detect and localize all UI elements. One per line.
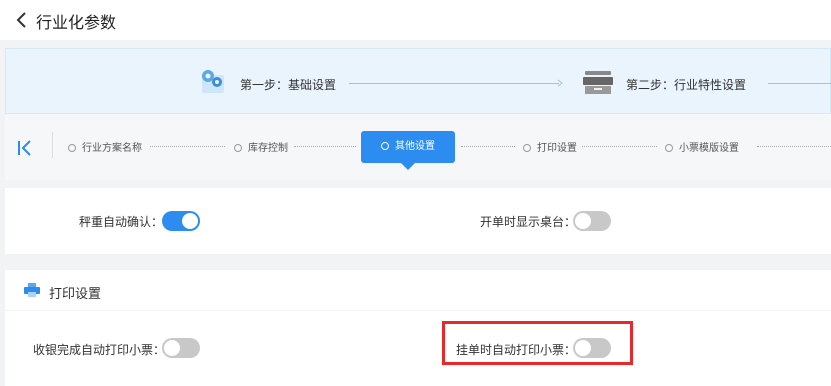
tab-connector (294, 146, 356, 147)
settings-tabs: 行业方案名称 库存控制 其他设置 打印设置 小票模版设置 (5, 114, 831, 180)
box-icon (583, 71, 613, 94)
section-title: 打印设置 (49, 287, 102, 302)
radio-icon (523, 144, 531, 152)
tab-label: 打印设置 (537, 143, 577, 154)
step-2-label: 第二步：行业特性设置 (626, 78, 747, 92)
tab-receipt-template[interactable]: 小票模版设置 (665, 139, 739, 154)
arrow-right-icon (557, 79, 563, 87)
highlight-box (442, 321, 633, 365)
other-settings-card: 秤重自动确认： 开单时显示桌台： (5, 188, 831, 254)
tab-label: 其他设置 (395, 141, 435, 152)
tab-connector (150, 146, 225, 147)
printer-icon (24, 283, 40, 297)
scale-confirm-label: 秤重自动确认： (79, 215, 164, 229)
toggle-knob (575, 213, 591, 229)
print-settings-card: 收银完成自动打印小票： 挂单时自动打印小票： (5, 311, 831, 386)
radio-icon (234, 144, 242, 152)
tab-print-settings[interactable]: 打印设置 (523, 139, 577, 154)
steps-banner: 第一步：基础设置 第二步：行业特性设置 (5, 48, 831, 114)
tab-scheme-name[interactable]: 行业方案名称 (68, 139, 142, 154)
tab-label: 小票模版设置 (679, 143, 739, 154)
active-tab-pointer (401, 163, 415, 170)
step-1-label: 第一步：基础设置 (240, 78, 337, 92)
step-connector (768, 83, 831, 84)
tab-other-settings[interactable]: 其他设置 (361, 131, 455, 163)
collapse-left-icon[interactable] (15, 137, 37, 159)
show-table-toggle[interactable] (573, 211, 611, 231)
show-table-label: 开单时显示桌台： (480, 215, 577, 229)
radio-icon (381, 142, 389, 150)
tab-connector (757, 146, 831, 147)
step-connector (349, 83, 559, 84)
cashier-print-toggle[interactable] (162, 338, 200, 358)
tab-divider (52, 132, 53, 158)
radio-icon (68, 144, 76, 152)
tab-connector (582, 146, 657, 147)
cashier-print-label: 收银完成自动打印小票： (33, 343, 166, 357)
chevron-left-icon[interactable] (13, 10, 31, 30)
toggle-knob (182, 213, 198, 229)
tab-connector (461, 146, 515, 147)
tab-label: 库存控制 (248, 143, 288, 154)
print-section-header: 打印设置 (5, 270, 831, 310)
tab-label: 行业方案名称 (82, 143, 142, 154)
page-header: 行业化参数 (0, 0, 831, 40)
scale-confirm-toggle[interactable] (162, 211, 200, 231)
page-title: 行业化参数 (36, 13, 117, 32)
tab-inventory[interactable]: 库存控制 (234, 139, 288, 154)
radio-icon (665, 144, 673, 152)
gear-icon (202, 70, 224, 93)
toggle-knob (164, 340, 180, 356)
